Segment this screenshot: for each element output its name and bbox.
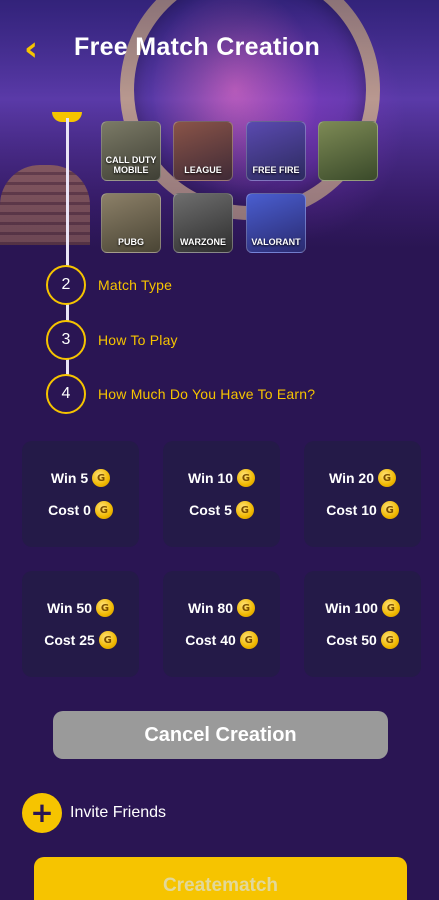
coin-icon: G [94, 501, 113, 519]
game-tile[interactable]: CALL DUTY MOBILE [101, 121, 161, 181]
coin-icon: G [380, 631, 399, 649]
coin-icon: G [92, 469, 111, 487]
game-tile[interactable] [318, 121, 378, 181]
coin-icon: G [235, 501, 254, 519]
win-amount: Win 10 [188, 470, 233, 486]
invite-label: Invite Friends [70, 804, 167, 821]
coin-icon: G [239, 631, 258, 649]
coin-icon: G [96, 599, 114, 617]
step-number: 4 [46, 374, 86, 414]
game-tile[interactable]: LEAGUE [173, 121, 233, 181]
prize-card[interactable]: Win 100 G Cost 50 G [304, 571, 421, 677]
win-amount: Win 100 [325, 600, 378, 616]
prize-card[interactable]: Win 80 G Cost 40 G [163, 571, 280, 677]
back-button[interactable]: ‹ [24, 30, 54, 70]
cost-amount: Cost 25 [44, 632, 95, 648]
win-amount: Win 80 [188, 600, 233, 616]
step-match-type[interactable]: 2 Match Type [46, 265, 172, 305]
cost-amount: Cost 5 [189, 502, 232, 518]
coin-icon: G [378, 469, 396, 487]
game-tile[interactable]: PUBG [101, 193, 161, 253]
coin-icon: G [237, 469, 255, 487]
win-amount: Win 20 [329, 470, 374, 486]
coin-icon: G [237, 599, 255, 617]
prize-card[interactable]: Win 5G Cost 0G [22, 441, 139, 547]
step-label: Match Type [98, 277, 173, 293]
step-number: 2 [46, 265, 86, 305]
page-title: Free Match Creation [74, 33, 321, 61]
win-amount: Win 50 [47, 600, 92, 616]
plus-icon: + [22, 793, 62, 833]
coin-icon: G [381, 599, 400, 617]
cancel-creation-button[interactable]: Cancel Creation [53, 711, 388, 759]
cost-amount: Cost 40 [185, 632, 236, 648]
cost-amount: Cost 0 [48, 502, 91, 518]
step-label: How Much Do You Have To Earn? [98, 386, 316, 402]
prize-card[interactable]: Win 50 G Cost 25 G [22, 571, 139, 677]
coin-icon: G [380, 501, 399, 519]
create-match-button[interactable]: Creatematch [34, 857, 407, 900]
game-tile[interactable]: FREE FIRE [246, 121, 306, 181]
invite-friends-button[interactable]: + Invite Friends [22, 793, 166, 833]
win-amount: Win 5 [50, 470, 89, 486]
coin-icon: G [98, 631, 117, 649]
cost-amount: Cost 10 [326, 502, 377, 518]
cost-amount: Cost 50 [326, 632, 377, 648]
game-tile[interactable]: WARZONE [173, 193, 233, 253]
prize-card[interactable]: Win 10 G Cost 5G [163, 441, 280, 547]
step-how-to-play[interactable]: 3 How To Play [46, 320, 178, 360]
step-label: How To Play [98, 332, 178, 348]
prize-card[interactable]: Win 20 G Cost 10 G [304, 441, 421, 547]
step-how-much-earn[interactable]: 4 How Much Do You Have To Earn? [46, 374, 315, 414]
step-number: 3 [46, 320, 86, 360]
chevron-left-icon: ‹ [24, 29, 39, 69]
game-tile[interactable]: VALORANT [246, 193, 306, 253]
